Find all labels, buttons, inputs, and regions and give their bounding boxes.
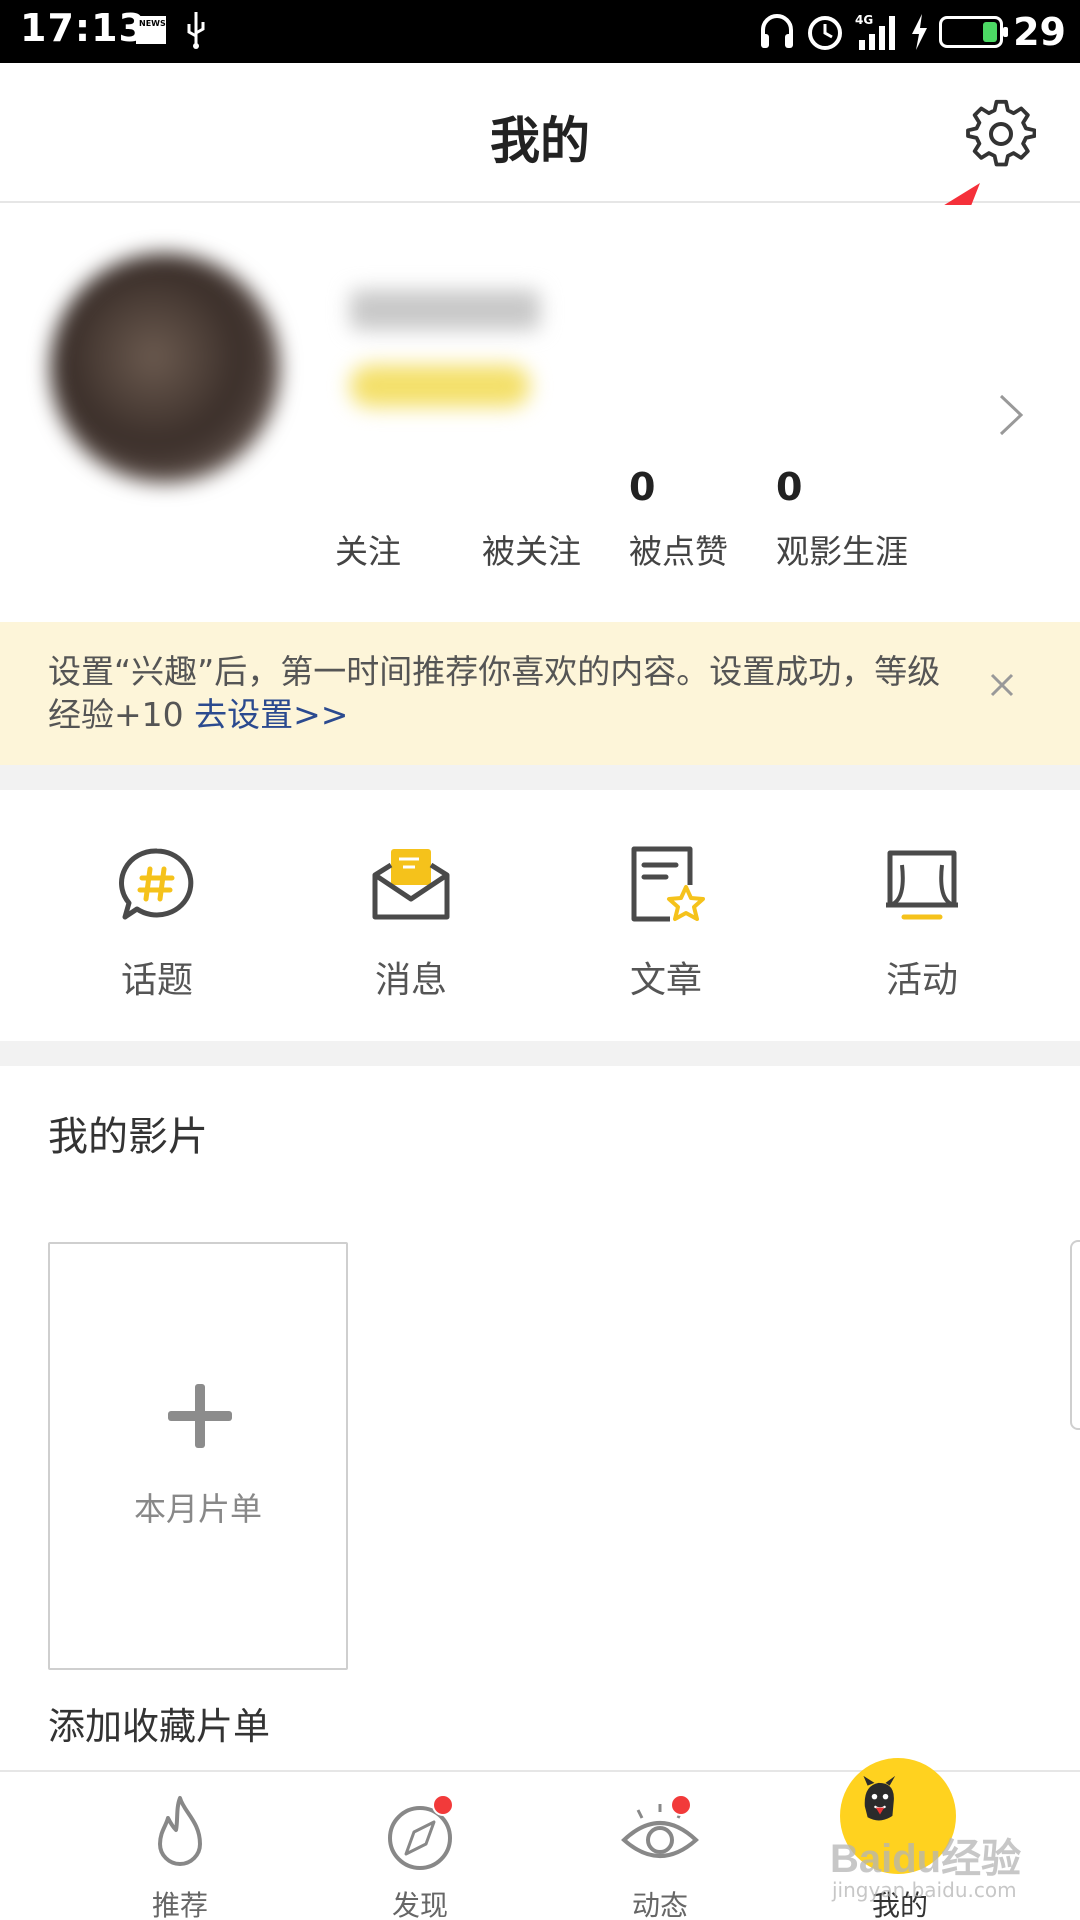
nav-label: 发现 [391, 1889, 448, 1920]
grid-item-article[interactable]: 文章 [566, 845, 766, 1025]
baidu-watermark: Baidu经验 [830, 1837, 1022, 1881]
section-divider [0, 1041, 1080, 1066]
grid-label: 消息 [374, 960, 447, 1001]
films-caption: 添加收藏片单 [48, 1705, 270, 1748]
grid-label: 活动 [885, 960, 958, 1001]
stat-value: 0 [335, 465, 482, 517]
stat-value: 0 [776, 465, 803, 509]
stat-value: 0 [629, 465, 656, 509]
username-blurred [350, 290, 540, 330]
grid-item-activity[interactable]: 活动 [822, 845, 1022, 1025]
nav-label: 动态 [631, 1889, 688, 1920]
grid-label: 话题 [120, 960, 193, 1001]
status-bar: 17:13 NEWS 4G 29 [0, 0, 1080, 63]
shortcut-grid: 话题 消息 文章 活动 [0, 790, 1080, 1040]
add-film-list-card[interactable]: 本月片单 [48, 1242, 348, 1670]
headphones-icon [761, 14, 794, 48]
network-label: 4G [855, 13, 873, 27]
stat-label: 被点赞 [629, 532, 728, 571]
notification-dot [670, 1794, 692, 1816]
stat-label: 被关注 [482, 532, 581, 571]
stat-label: 观影生涯 [776, 532, 908, 571]
alarm-icon [808, 16, 843, 50]
nav-label: 推荐 [151, 1889, 208, 1920]
banner-text: 设置“兴趣”后，第一时间推荐你喜欢的内容。设置成功，等级经验+10 去设置>> [48, 650, 948, 736]
close-icon[interactable] [982, 665, 1022, 705]
battery-level: 29 [1013, 10, 1066, 54]
profile-stats: 0 关注 0 被关注 0 被点赞 0 观影生涯 [335, 465, 923, 573]
nav-item-feed[interactable]: 动态 [540, 1772, 780, 1920]
stat-label: 关注 [335, 532, 401, 571]
usb-icon [187, 12, 205, 49]
stat-likes[interactable]: 0 被点赞 [629, 465, 776, 573]
activity-icon [886, 850, 958, 920]
nav-item-recommend[interactable]: 推荐 [60, 1772, 300, 1920]
status-right-group: 4G 29 [759, 8, 1066, 56]
notification-dot [432, 1794, 454, 1816]
grid-item-message[interactable]: 消息 [311, 845, 511, 1025]
flame-icon [158, 1796, 202, 1866]
battery-icon [939, 16, 1009, 48]
banner-setup-link[interactable]: 去设置>> [194, 695, 348, 734]
film-card-label: 本月片单 [133, 1490, 262, 1528]
nav-item-discover[interactable]: 发现 [300, 1772, 540, 1920]
page-title: 我的 [490, 112, 590, 170]
next-film-card-edge[interactable] [1070, 1240, 1080, 1430]
interest-banner: 设置“兴趣”后，第一时间推荐你喜欢的内容。设置成功，等级经验+10 去设置>> [0, 622, 1080, 765]
avatar[interactable] [50, 253, 280, 483]
my-films-section: 我的影片 本月片单 添加收藏片单 [0, 1066, 1080, 1770]
stat-followers[interactable]: 0 被关注 [482, 465, 629, 573]
status-time: 17:13 [20, 6, 146, 50]
grid-label: 文章 [629, 960, 702, 1001]
gear-icon[interactable] [966, 99, 1036, 169]
signal-icon: 4G [855, 13, 896, 50]
profile-section[interactable]: 0 关注 0 被关注 0 被点赞 0 观影生涯 [0, 205, 1080, 620]
plus-icon [168, 1384, 232, 1448]
message-icon [372, 849, 450, 920]
topic-icon [119, 848, 194, 920]
news-icon: NEWS [136, 16, 166, 44]
charging-icon [912, 14, 928, 50]
level-badge-blurred [350, 365, 530, 407]
grid-item-topic[interactable]: 话题 [57, 845, 257, 1025]
article-icon [631, 846, 705, 922]
chevron-right-icon[interactable] [995, 390, 1027, 440]
stat-watch-history[interactable]: 0 观影生涯 [776, 465, 923, 573]
section-title: 我的影片 [48, 1114, 208, 1160]
stat-following[interactable]: 0 关注 [335, 465, 482, 573]
section-divider [0, 765, 1080, 790]
banner-message: 设置“兴趣”后，第一时间推荐你喜欢的内容。设置成功，等级经验+10 [48, 652, 941, 734]
stat-value: 0 [482, 465, 629, 517]
baidu-watermark-url: jingyan.baidu.com [832, 1878, 1017, 1902]
news-badge-text: NEWS [139, 19, 166, 28]
